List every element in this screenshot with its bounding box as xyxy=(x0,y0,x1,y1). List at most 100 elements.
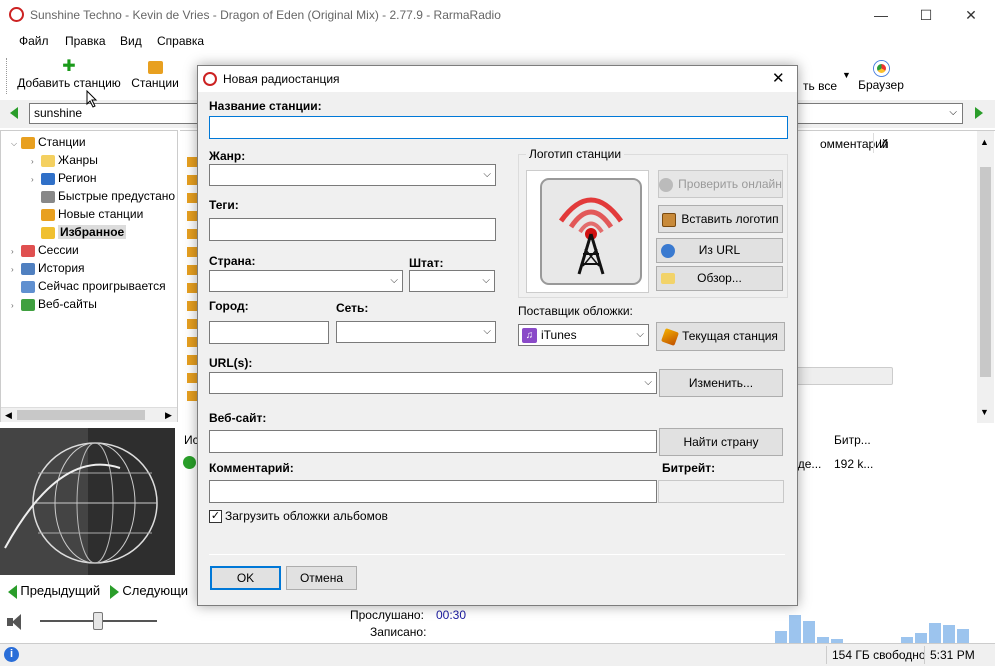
from-url-button[interactable]: Из URL xyxy=(656,238,783,263)
menu-edit[interactable]: Правка xyxy=(65,34,106,48)
speaker-icon[interactable] xyxy=(7,614,27,630)
chevron-down-icon: ⌵ xyxy=(483,169,491,180)
chevron-down-icon: ⌵ xyxy=(644,377,652,388)
country-label: Страна: xyxy=(209,254,256,268)
urls-combo[interactable]: ⌵ xyxy=(209,372,657,394)
menu-help[interactable]: Справка xyxy=(157,34,204,48)
tree-item[interactable]: › Сессии xyxy=(1,241,177,259)
tree-item-label: Сессии xyxy=(38,243,79,257)
previous-button[interactable]: Предыдущий xyxy=(8,583,100,599)
col-header-bitrate[interactable]: Битр... xyxy=(834,433,871,447)
tree-item[interactable]: › Жанры xyxy=(1,151,177,169)
forward-arrow-icon[interactable] xyxy=(975,107,983,119)
listened-label: Прослушано: xyxy=(350,608,424,622)
change-button[interactable]: Изменить... xyxy=(659,369,783,397)
next-label: Следующи xyxy=(122,583,189,598)
tree-item[interactable]: Новые станции xyxy=(1,205,177,223)
cancel-button[interactable]: Отмена xyxy=(286,566,357,590)
browser-label: Браузер xyxy=(858,78,904,92)
logo-group-label: Логотип станции xyxy=(526,147,625,161)
tree-item-label: История xyxy=(38,261,85,275)
genre-combo[interactable]: ⌵ xyxy=(209,164,496,186)
website-input[interactable] xyxy=(209,430,657,453)
minimize-button[interactable]: — xyxy=(858,0,904,31)
country-combo[interactable]: ⌵ xyxy=(209,270,403,292)
browse-button[interactable]: Обзор... xyxy=(656,266,783,291)
comment-input[interactable] xyxy=(209,480,657,503)
new-station-dialog: Новая радиостанция ✕ Название станции: Ж… xyxy=(197,65,798,606)
volume-thumb[interactable] xyxy=(93,612,103,630)
scroll-up-icon[interactable]: ▲ xyxy=(980,137,989,147)
load-covers-checkbox[interactable]: ✓ Загрузить обложки альбомов xyxy=(209,509,388,524)
chevron-right-icon[interactable]: › xyxy=(11,297,21,315)
network-combo[interactable]: ⌵ xyxy=(336,321,496,343)
city-input[interactable] xyxy=(209,321,329,344)
stations-button[interactable]: Станции xyxy=(128,52,182,98)
album-art xyxy=(0,428,175,575)
scroll-thumb[interactable] xyxy=(980,167,991,377)
tree-item-icon xyxy=(21,136,35,149)
cell-bitrate: 192 k... xyxy=(834,457,874,471)
tree-list: ⌵ Станции › Жанры › Регион Быстрые предустано Н… xyxy=(1,131,177,313)
itunes-icon: ♫ xyxy=(522,328,537,344)
next-button[interactable]: Следующи xyxy=(110,583,188,599)
row-icons xyxy=(187,157,197,407)
status-divider xyxy=(826,646,827,664)
globe-icon xyxy=(661,244,675,258)
browser-button[interactable]: Браузер xyxy=(856,52,906,98)
progress-track xyxy=(790,367,893,385)
state-label: Штат: xyxy=(409,256,444,270)
add-station-button[interactable]: ✚ Добавить станцию xyxy=(14,52,124,98)
stop-all-button[interactable]: ть все xyxy=(795,52,845,98)
wand-icon xyxy=(661,327,680,346)
cover-provider-combo[interactable]: ♫ iTunes ⌵ xyxy=(518,324,649,346)
list-scrollbar[interactable]: ▲ ▼ xyxy=(977,131,994,423)
chevron-down-icon[interactable]: ⌵ xyxy=(949,107,957,118)
state-combo[interactable]: ⌵ xyxy=(409,270,495,292)
tree-scrollbar[interactable]: ◀ ▶ xyxy=(1,407,177,422)
album-art-image xyxy=(0,428,175,575)
scroll-right-icon[interactable]: ▶ xyxy=(165,410,172,421)
chevron-down-icon[interactable]: ▼ xyxy=(842,70,851,80)
tree-item[interactable]: › Регион xyxy=(1,169,177,187)
from-url-label: Из URL xyxy=(698,243,741,257)
paste-logo-button[interactable]: Вставить логотип xyxy=(658,205,783,233)
chevron-down-icon[interactable]: ⌵ xyxy=(11,135,21,153)
tree-item[interactable]: › История xyxy=(1,259,177,277)
tree-item[interactable]: › Веб-сайты xyxy=(1,295,177,313)
station-tree[interactable]: ⌵ Станции › Жанры › Регион Быстрые предустано Н… xyxy=(0,130,178,422)
tree-item[interactable]: ⌵ Станции xyxy=(1,133,177,151)
tags-input[interactable] xyxy=(209,218,496,241)
spectrum-visualizer xyxy=(775,610,985,643)
scroll-down-icon[interactable]: ▼ xyxy=(980,407,989,417)
menu-file[interactable]: Файл xyxy=(19,34,49,48)
network-label: Сеть: xyxy=(336,301,369,315)
check-online-button: Проверить онлайн xyxy=(658,170,783,198)
scroll-left-icon[interactable]: ◀ xyxy=(5,410,12,421)
chevron-down-icon: ⌵ xyxy=(482,275,490,286)
find-country-label: Найти страну xyxy=(683,435,759,449)
station-name-input[interactable] xyxy=(209,116,788,139)
tree-item[interactable]: Сейчас проигрывается xyxy=(1,277,177,295)
menu-view[interactable]: Вид xyxy=(120,34,142,48)
scroll-thumb[interactable] xyxy=(17,410,145,420)
station-logo-frame xyxy=(526,170,649,293)
col-header-i[interactable]: И xyxy=(879,137,888,151)
maximize-button[interactable]: ☐ xyxy=(903,0,949,31)
current-station-button[interactable]: Текущая станция xyxy=(656,322,785,351)
tree-item[interactable]: Быстрые предустано xyxy=(1,187,177,205)
stations-label: Станции xyxy=(131,76,179,90)
load-covers-label: Загрузить обложки альбомов xyxy=(225,509,388,523)
back-arrow-icon[interactable] xyxy=(10,107,18,119)
tree-item-icon xyxy=(41,190,55,203)
tree-item-label: Жанры xyxy=(58,153,98,167)
find-country-button[interactable]: Найти страну xyxy=(659,428,783,456)
dialog-close-button[interactable]: ✕ xyxy=(772,69,785,87)
ok-button[interactable]: OK xyxy=(210,566,281,590)
menu-bar: Файл Правка Вид Справка xyxy=(0,31,995,52)
tags-label: Теги: xyxy=(209,198,239,212)
clipboard-icon xyxy=(662,212,677,227)
website-label: Веб-сайт: xyxy=(209,411,267,425)
close-window-button[interactable]: ✕ xyxy=(948,0,994,31)
tree-item[interactable]: Избранное xyxy=(1,223,177,241)
